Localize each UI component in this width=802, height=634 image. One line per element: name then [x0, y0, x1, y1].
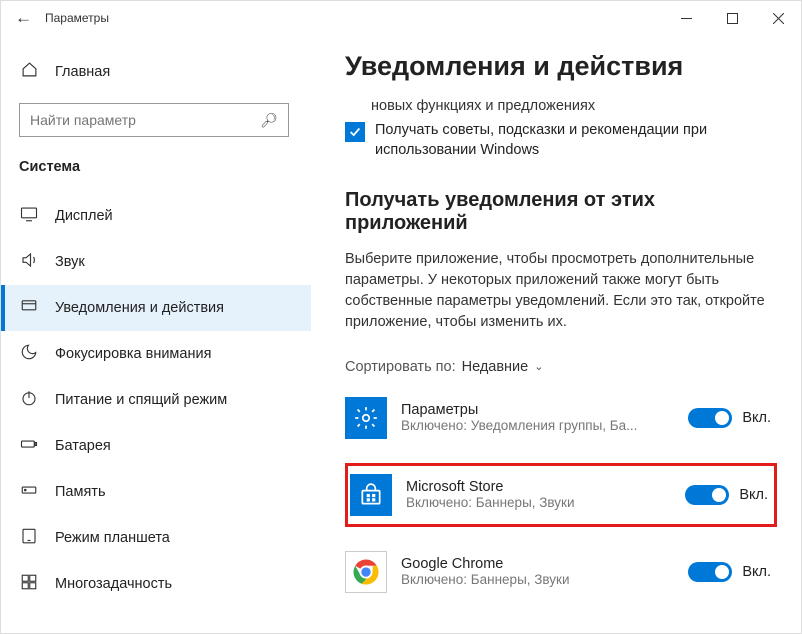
- app-name: Microsoft Store: [406, 479, 671, 495]
- nav-item-display[interactable]: Дисплей: [1, 193, 311, 239]
- checkbox-checked-icon[interactable]: [345, 122, 365, 142]
- toggle-label: Вкл.: [742, 410, 771, 426]
- nav-label: Батарея: [55, 438, 111, 454]
- app-sub: Включено: Баннеры, Звуки: [406, 495, 666, 510]
- prev-option-text: новых функциях и предложениях: [371, 98, 777, 114]
- apps-section-header: Получать уведомления от этих приложений: [345, 189, 777, 235]
- app-text: Google Chrome Включено: Баннеры, Звуки: [401, 556, 674, 587]
- nav-item-tablet[interactable]: Режим планшета: [1, 515, 311, 561]
- nav-item-storage[interactable]: Память: [1, 469, 311, 515]
- sound-icon: [19, 251, 39, 274]
- notifications-icon: [19, 297, 39, 320]
- toggle-on[interactable]: [685, 485, 729, 505]
- nav-item-sound[interactable]: Звук: [1, 239, 311, 285]
- nav-item-focus[interactable]: Фокусировка внимания: [1, 331, 311, 377]
- nav-label: Режим планшета: [55, 530, 170, 546]
- nav-item-battery[interactable]: Батарея: [1, 423, 311, 469]
- multitask-icon: [19, 573, 39, 596]
- app-text: Microsoft Store Включено: Баннеры, Звуки: [406, 479, 671, 510]
- sort-label: Сортировать по:: [345, 359, 456, 375]
- search-container: 🔍︎: [1, 93, 311, 151]
- close-button[interactable]: [755, 1, 801, 35]
- storage-icon: [19, 481, 39, 504]
- nav-label: Дисплей: [55, 208, 113, 224]
- search-icon: 🔍︎: [260, 112, 278, 129]
- chevron-down-icon: ⌄: [534, 360, 543, 373]
- back-button[interactable]: ←: [15, 8, 37, 28]
- app-sub: Включено: Баннеры, Звуки: [401, 572, 661, 587]
- settings-app-icon: [345, 397, 387, 439]
- nav-label: Уведомления и действия: [55, 300, 224, 316]
- window-controls: [663, 1, 801, 35]
- toggle-wrap: Вкл.: [688, 408, 771, 428]
- tablet-icon: [19, 527, 39, 550]
- app-name: Google Chrome: [401, 556, 674, 572]
- nav-item-power[interactable]: Питание и спящий режим: [1, 377, 311, 423]
- toggle-label: Вкл.: [742, 564, 771, 580]
- app-row-chrome[interactable]: Google Chrome Включено: Баннеры, Звуки В…: [345, 547, 777, 597]
- app-row-settings[interactable]: Параметры Включено: Уведомления группы, …: [345, 393, 777, 443]
- tips-checkbox-row[interactable]: Получать советы, подсказки и рекомендаци…: [345, 120, 777, 161]
- minimize-button[interactable]: [663, 1, 709, 35]
- sidebar: Главная 🔍︎ Система Дисплей Звук: [1, 35, 311, 633]
- nav-list: Дисплей Звук Уведомления и действия Фоку…: [1, 193, 311, 607]
- app-text: Параметры Включено: Уведомления группы, …: [401, 402, 674, 433]
- app-sub: Включено: Уведомления группы, Ба...: [401, 418, 661, 433]
- nav-label: Фокусировка внимания: [55, 346, 211, 362]
- page-title: Уведомления и действия: [345, 51, 777, 82]
- nav-item-notifications[interactable]: Уведомления и действия: [1, 285, 311, 331]
- sort-value: Недавние: [462, 359, 529, 375]
- search-input[interactable]: [30, 112, 260, 128]
- section-title: Система: [1, 151, 311, 193]
- settings-window: ← Параметры Главная: [0, 0, 802, 634]
- nav-label: Многозадачность: [55, 576, 172, 592]
- nav-item-multitask[interactable]: Многозадачность: [1, 561, 311, 607]
- sort-dropdown[interactable]: Сортировать по: Недавние ⌄: [345, 359, 777, 375]
- focus-icon: [19, 343, 39, 366]
- power-icon: [19, 389, 39, 412]
- toggle-on[interactable]: [688, 562, 732, 582]
- display-icon: [19, 205, 39, 228]
- toggle-wrap: Вкл.: [685, 485, 768, 505]
- nav-label: Память: [55, 484, 106, 500]
- window-title: Параметры: [45, 11, 109, 25]
- battery-icon: [19, 435, 39, 458]
- content-area: Уведомления и действия новых функциях и …: [311, 35, 801, 633]
- app-row-microsoft-store[interactable]: Microsoft Store Включено: Баннеры, Звуки…: [345, 463, 777, 527]
- chrome-app-icon: [345, 551, 387, 593]
- apps-section-description: Выберите приложение, чтобы просмотреть д…: [345, 249, 765, 333]
- app-name: Параметры: [401, 402, 674, 418]
- toggle-label: Вкл.: [739, 487, 768, 503]
- store-app-icon: [350, 474, 392, 516]
- maximize-button[interactable]: [709, 1, 755, 35]
- home-label: Главная: [55, 64, 110, 80]
- toggle-wrap: Вкл.: [688, 562, 771, 582]
- checkbox-label: Получать советы, подсказки и рекомендаци…: [375, 120, 755, 161]
- titlebar: ← Параметры: [1, 1, 801, 35]
- nav-label: Звук: [55, 254, 85, 270]
- nav-label: Питание и спящий режим: [55, 392, 227, 408]
- home-button[interactable]: Главная: [1, 51, 311, 93]
- window-body: Главная 🔍︎ Система Дисплей Звук: [1, 35, 801, 633]
- toggle-on[interactable]: [688, 408, 732, 428]
- search-box[interactable]: 🔍︎: [19, 103, 289, 137]
- home-icon: [19, 61, 39, 83]
- app-list: Параметры Включено: Уведомления группы, …: [345, 393, 777, 597]
